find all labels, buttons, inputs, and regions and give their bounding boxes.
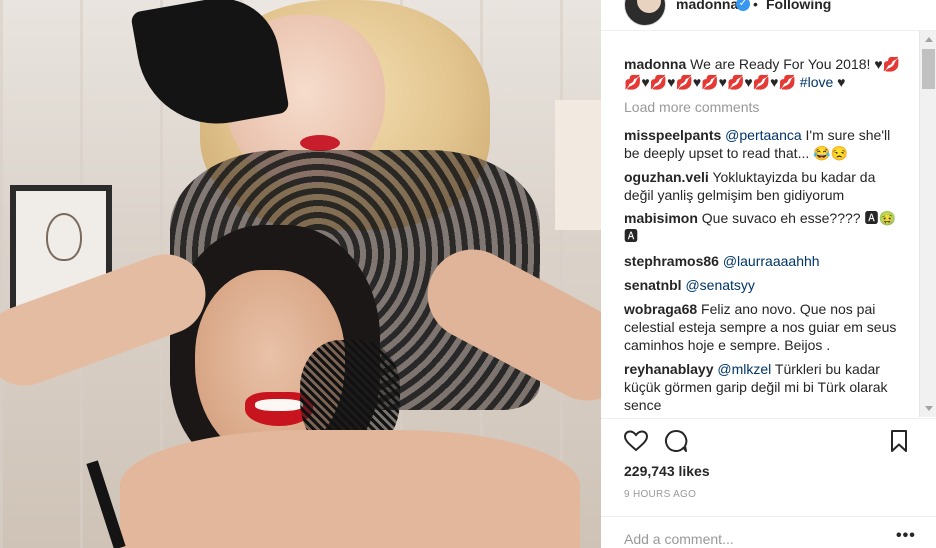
add-comment-input[interactable] [624,530,874,548]
list-item: wobraga68 Feliz ano novo. Que nos pai ce… [624,300,904,354]
comment-mention[interactable]: @laurraaaahhh [723,253,820,269]
lips-mother [300,135,340,151]
timestamp: 9 HOURS AGO [624,489,697,500]
heart-icon[interactable] [623,428,649,454]
comment-username[interactable]: mabisimon [624,210,698,226]
header-username[interactable]: madonna [676,0,738,12]
divider [601,418,936,419]
caption: madonna We are Ready For You 2018! ♥💋 💋♥… [624,55,904,91]
lamp [555,100,601,230]
list-item: reyhanablayy @mlkzel Türkleri bu kadar k… [624,360,904,414]
scroll-up-arrow-icon[interactable] [920,31,936,48]
list-item: oguzhan.veli Yokluktayizda bu kadar da d… [624,168,904,204]
comments-scrollbar[interactable] [919,31,936,417]
comment-mention[interactable]: @pertaanca [725,127,801,143]
avatar[interactable] [624,0,666,26]
load-more-comments[interactable]: Load more comments [624,99,759,115]
comment-mention[interactable]: @senatsyy [685,277,754,293]
bookmark-icon[interactable] [886,428,912,454]
scroll-thumb[interactable] [922,49,935,89]
comment-username[interactable]: wobraga68 [624,301,697,317]
comment-mention[interactable]: @mlkzel [717,361,771,377]
more-options-icon[interactable]: ••• [896,527,916,545]
list-item: senatnbl @senatsyy [624,276,904,294]
scroll-down-arrow-icon[interactable] [920,400,936,417]
caption-emojis: 💋♥💋♥💋♥💋♥💋♥💋♥💋 [624,74,796,90]
comments-list[interactable]: madonna We are Ready For You 2018! ♥💋 💋♥… [601,31,919,416]
caption-end: ♥ [837,74,846,90]
shoulders [120,430,580,548]
comment-username[interactable]: stephramos86 [624,253,719,269]
post-photo[interactable] [0,0,601,548]
following-button[interactable]: Following [766,0,831,12]
verified-badge-icon: ✓ [736,0,750,11]
comment-username[interactable]: misspeelpants [624,127,721,143]
header-separator: • [753,0,758,12]
list-item: mabisimon Que suvaco eh esse???? 🅰🤢 🅰 [624,209,904,245]
hashtag-link[interactable]: #love [800,74,833,90]
likes-count[interactable]: 229,743 likes [624,463,710,479]
comment-username[interactable]: reyhanablayy [624,361,714,377]
divider [601,516,936,517]
caption-username[interactable]: madonna [624,56,686,72]
comment-icon[interactable] [663,428,689,454]
smile [255,399,303,411]
comment-username[interactable]: senatnbl [624,277,682,293]
post-header: madonna ✓ • Following [601,0,936,31]
caption-text: We are Ready For You 2018! ♥💋 [690,56,901,72]
comment-username[interactable]: oguzhan.veli [624,169,709,185]
list-item: misspeelpants @pertaanca I'm sure she'll… [624,126,904,162]
list-item: stephramos86 @laurraaaahhh [624,252,904,270]
